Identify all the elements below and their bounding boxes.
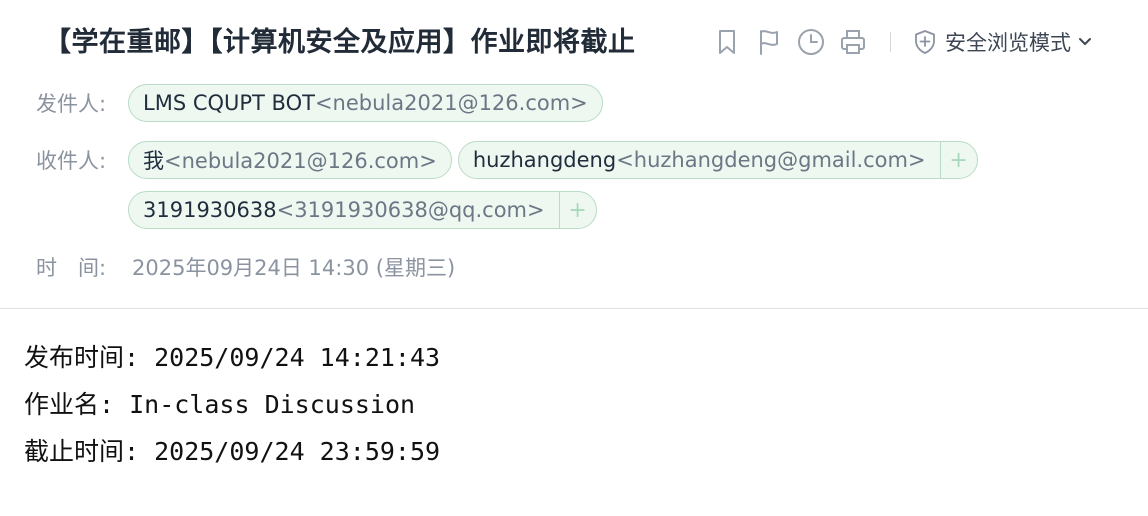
- sender-chip[interactable]: LMS CQUPT BOT<nebula2021@126.com>: [128, 84, 603, 122]
- from-row: 发件人: LMS CQUPT BOT<nebula2021@126.com>: [36, 84, 609, 122]
- email-toolbar: 安全浏览模式: [712, 22, 1093, 62]
- time-row: 时 间: 2025年09月24日 14:30 (星期三): [36, 252, 455, 282]
- recipient-name: 3191930638: [143, 198, 277, 222]
- deadline-line: 截止时间: 2025/09/24 23:59:59: [24, 437, 441, 466]
- sent-time: 2025年09月24日 14:30 (星期三): [132, 256, 456, 280]
- recipient-chip[interactable]: 我<nebula2021@126.com>: [128, 141, 452, 179]
- recipient-name: 我: [143, 149, 164, 173]
- recipient-email: <nebula2021@126.com>: [164, 149, 437, 173]
- recipient-chip[interactable]: 3191930638<3191930638@qq.com> +: [128, 191, 597, 229]
- recipient-chip[interactable]: huzhangdeng<huzhangdeng@gmail.com> +: [457, 141, 978, 179]
- print-icon[interactable]: [838, 27, 868, 57]
- shield-icon: [913, 29, 937, 55]
- email-body: 发布时间: 2025/09/24 14:21:43 作业名: In-class …: [24, 334, 440, 475]
- recipient-email: <huzhangdeng@gmail.com>: [616, 148, 926, 172]
- to-row: 收件人: 我<nebula2021@126.com> huzhangdeng<h…: [36, 141, 984, 179]
- sender-email: <nebula2021@126.com>: [314, 91, 588, 115]
- recipient-name: huzhangdeng: [472, 148, 617, 172]
- email-subject: 【学在重邮】【计算机安全及应用】作业即将截止: [44, 27, 636, 58]
- assignment-name-line: 作业名: In-class Discussion: [24, 390, 416, 419]
- to-label: 收件人:: [36, 149, 107, 173]
- bookmark-icon[interactable]: [712, 27, 742, 57]
- recipient-email: <3191930638@qq.com>: [276, 198, 545, 222]
- email-header: 【学在重邮】【计算机安全及应用】作业即将截止 安全浏览模式 发件人: LMS C…: [0, 0, 1148, 309]
- flag-icon[interactable]: [754, 27, 784, 57]
- toolbar-divider: [890, 32, 891, 52]
- time-label: 时 间:: [36, 256, 107, 280]
- safe-browse-mode-button[interactable]: 安全浏览模式: [913, 27, 1093, 57]
- clock-icon[interactable]: [796, 27, 826, 57]
- to-row-continued: 3191930638<3191930638@qq.com> +: [36, 191, 603, 229]
- from-label: 发件人:: [36, 92, 107, 116]
- sender-name: LMS CQUPT BOT: [143, 91, 315, 115]
- add-contact-button[interactable]: +: [939, 142, 977, 178]
- safe-browse-mode-label: 安全浏览模式: [945, 31, 1071, 55]
- publish-time-line: 发布时间: 2025/09/24 14:21:43: [24, 343, 441, 372]
- add-contact-button[interactable]: +: [558, 192, 596, 228]
- chevron-down-icon: [1077, 36, 1093, 48]
